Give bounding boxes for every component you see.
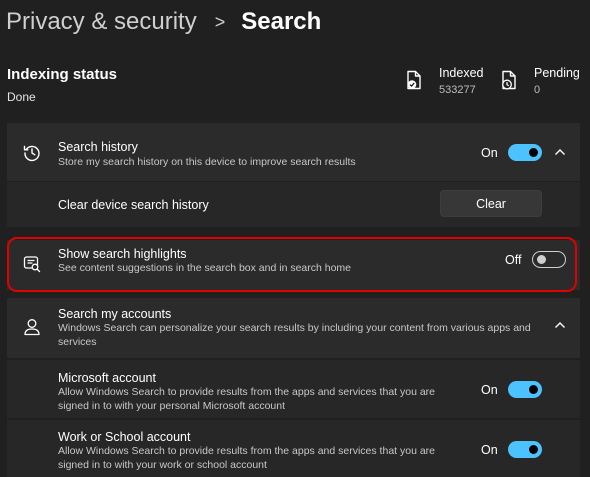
pending-counter: Pending 0 [500,66,580,97]
search-highlights-title: Show search highlights [58,247,187,261]
search-accounts-title: Search my accounts [58,307,172,321]
microsoft-account-toggle[interactable] [508,381,542,398]
clear-history-row: Clear device search history Clear [7,182,580,227]
indexed-counter: Indexed 533277 [405,66,483,97]
breadcrumb-separator: > [214,11,226,32]
work-account-description: Allow Windows Search to provide results … [58,445,436,471]
microsoft-account-description: Allow Windows Search to provide results … [58,386,436,412]
indexed-label: Indexed [439,66,484,80]
pending-value: 0 [534,84,541,96]
microsoft-account-row: Microsoft account Allow Windows Search t… [7,360,580,418]
indexed-value: 533277 [439,84,476,96]
person-icon [24,319,40,336]
breadcrumb: Privacy & security > Search [6,6,321,38]
chevron-up-icon[interactable] [554,148,566,156]
clear-history-label: Clear device search history [58,198,209,212]
search-history-title: Search history [58,140,138,154]
microsoft-account-title: Microsoft account [58,371,156,385]
indexed-document-icon [407,70,421,90]
search-highlights-icon [23,256,41,273]
work-account-row: Work or School account Allow Windows Sea… [7,420,580,477]
search-highlights-description: See content suggestions in the search bo… [58,262,352,274]
work-account-title: Work or School account [58,430,191,444]
indexing-status-title: Indexing status [7,66,118,83]
microsoft-account-state: On [481,383,498,397]
search-accounts-card[interactable]: Search my accounts Windows Search can pe… [7,298,580,358]
history-icon [23,145,40,162]
work-account-toggle[interactable] [508,441,542,458]
search-accounts-description: Windows Search can personalize your sear… [58,322,531,348]
search-history-state: On [481,146,498,160]
search-highlights-state: Off [505,253,522,267]
chevron-up-icon[interactable] [554,321,566,329]
search-history-description: Store my search history on this device t… [58,156,356,168]
search-history-toggle[interactable] [508,144,542,161]
indexing-status-value: Done [7,90,36,104]
work-account-state: On [481,443,498,457]
pending-document-icon [502,70,516,90]
page-title: Search [241,8,322,35]
pending-label: Pending [534,66,580,80]
breadcrumb-parent[interactable]: Privacy & security [6,8,197,36]
search-history-card[interactable]: Search history Store my search history o… [7,123,580,181]
search-highlights-toggle[interactable] [532,251,566,268]
clear-button[interactable]: Clear [440,190,542,217]
search-highlights-card[interactable]: Show search highlights See content sugge… [7,240,580,290]
